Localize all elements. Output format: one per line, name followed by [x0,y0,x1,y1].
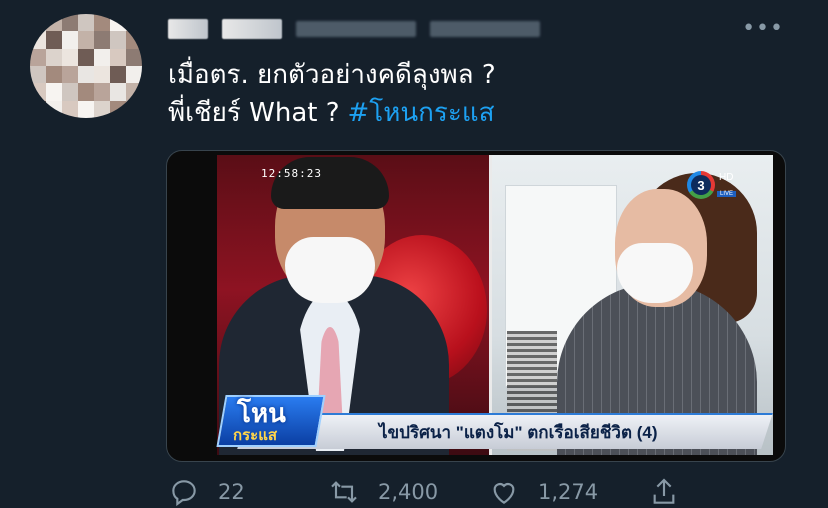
tweet-line-2: พี่เชียร์ What ? #โหนกระแส [168,94,768,132]
avatar-pixel [110,66,126,84]
avatar-pixel [126,100,142,118]
avatar-pixel [78,100,94,118]
like-button[interactable]: 1,274 [488,476,648,508]
avatar-pixel [94,83,110,101]
reply-button[interactable]: 22 [168,476,328,508]
avatar-pixel [110,48,126,66]
avatar-pixel [78,48,94,66]
avatar-pixel [110,83,126,101]
avatar-pixel [126,48,142,66]
avatar-pixel [126,83,142,101]
user-handle-blurred[interactable] [296,21,416,37]
tweet-actions: 22 2,400 1,274 [168,476,728,508]
avatar-pixel [94,31,110,49]
avatar-pixel [30,66,46,84]
split-screen-divider [489,155,492,455]
man-hair [271,157,389,209]
retweet-button[interactable]: 2,400 [328,476,488,508]
display-name-blurred-2[interactable] [222,19,282,39]
retweet-count: 2,400 [378,480,439,504]
avatar-pixel [46,66,62,84]
avatar[interactable] [30,14,142,118]
avatar-pixel [126,66,142,84]
lower-third-caption: ไขปริศนา "แตงโม" ตกเรือเสียชีวิต (4) [379,423,658,442]
avatar-pixel [110,31,126,49]
tweet-line-2-text: พี่เชียร์ What ? [168,98,340,128]
tweet-line-1: เมื่อตร. ยกตัวอย่างคดีลุงพล ? [168,60,496,90]
like-count: 1,274 [538,480,599,504]
avatar-pixel [30,31,46,49]
avatar-pixel [62,83,78,101]
reply-icon [172,480,196,507]
more-icon[interactable]: ••• [742,18,784,40]
avatar-pixel [110,14,126,32]
avatar-pixel [46,48,62,66]
avatar-pixel [30,83,46,101]
avatar-pixel [46,31,62,49]
avatar-pixel [62,66,78,84]
avatar-pixel [94,100,110,118]
avatar-pixel [94,14,110,32]
channel-logo: 3 [687,171,715,199]
avatar-pixel [30,14,46,32]
avatar-pixel [94,66,110,84]
man-face-mask [285,237,375,303]
avatar-pixel [78,14,94,32]
display-name-blurred[interactable] [168,19,208,39]
share-button[interactable] [648,476,688,508]
avatar-pixel [78,66,94,84]
video-timestamp: 12:58:23 [261,167,322,180]
retweet-icon [331,481,357,503]
reply-count: 22 [218,480,245,504]
avatar-pixel [46,83,62,101]
channel-number: 3 [691,175,711,195]
tweet-text: เมื่อตร. ยกตัวอย่างคดีลุงพล ? พี่เชียร์ … [168,56,768,132]
avatar-pixel [126,31,142,49]
avatar-pixel [30,100,46,118]
avatar-pixel [62,48,78,66]
avatar-pixel [110,100,126,118]
hashtag-link[interactable]: #โหนกระแส [348,98,495,128]
avatar-pixel [126,14,142,32]
avatar-pixel [62,31,78,49]
show-logo: โหน กระแส [216,387,337,451]
share-icon [653,478,675,504]
tweet-header [168,14,778,44]
avatar-pixel [46,14,62,32]
avatar-pixel [78,31,94,49]
avatar-pixel [94,48,110,66]
avatar-pixel [78,83,94,101]
avatar-pixel [62,14,78,32]
avatar-pixel [46,100,62,118]
channel-live-label: LIVE [717,191,737,197]
avatar-pixel [62,100,78,118]
avatar-pixel [30,48,46,66]
show-logo-line-2: กระแส [233,427,278,444]
channel-hd-label: HD [719,172,734,183]
heart-icon [493,483,515,504]
tweet-media[interactable]: 12:58:23 3 HD LIVE ไขปริศนา "แตงโม" ตกเร… [166,150,786,462]
tweet-date-blurred[interactable] [430,21,540,37]
